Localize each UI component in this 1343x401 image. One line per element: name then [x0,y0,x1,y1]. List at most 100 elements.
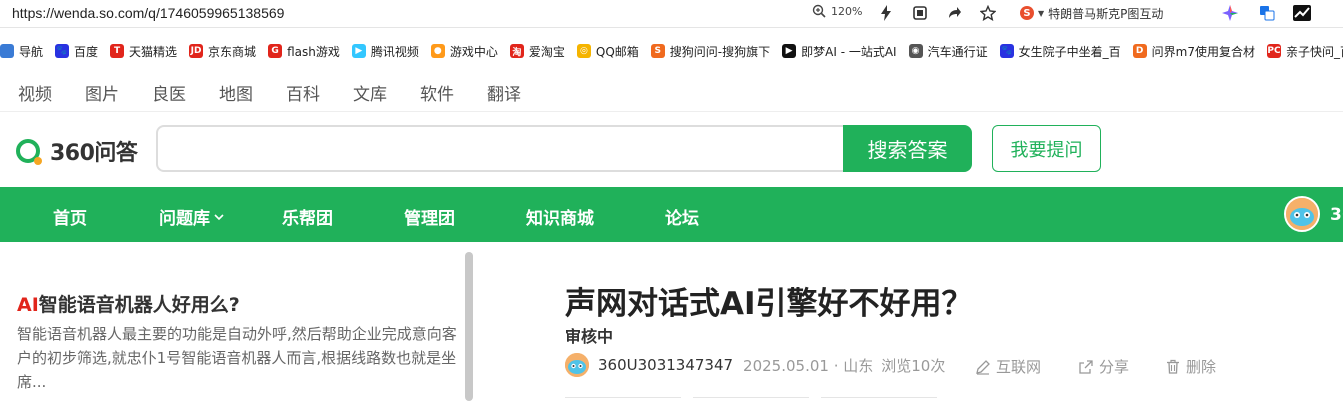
qq-mail-icon: ◎ [576,44,591,58]
bookmark-item[interactable]: PC 亲子快问_百 [1266,43,1343,60]
chevron-down-icon: ▼ [1038,8,1045,18]
main-nav: 首页 问题库 乐帮团 管理团 知识商城 论坛 [0,187,1343,242]
bookmark-label: 女生院子中坐着_百 [1018,44,1121,59]
question-views: 浏览10次 [881,356,946,375]
aitaobao-icon: 淘 [509,44,524,58]
bookmark-label: 爱淘宝 [528,44,565,59]
address-bar-url[interactable]: https://wenda.so.com/q/1746059965138569 [12,5,284,21]
bookmark-item[interactable]: D 问界m7使用复合材 [1132,43,1255,60]
topnav-baike[interactable]: 百科 [286,80,320,105]
tab-edge [693,397,809,401]
nav-question-library[interactable]: 问题库 [159,204,224,229]
share-icon [1079,359,1093,374]
sogou-icon: S [650,44,665,58]
title-highlight: AI [17,294,39,316]
bookmark-item[interactable]: 导航 [0,43,43,60]
topnav-software[interactable]: 软件 [420,80,454,105]
delete-button[interactable]: 删除 [1165,356,1216,377]
jd-icon: JD [189,44,204,58]
ask-question-button[interactable]: 我要提问 [992,125,1101,172]
wenjie-icon: D [1132,44,1147,58]
review-status: 审核中 [565,327,614,346]
share-page-icon[interactable] [944,3,964,23]
bookmark-label: QQ邮箱 [595,44,639,59]
pc-icon: PC [1266,44,1281,58]
answer-tabs-edge [565,397,937,401]
site-logo[interactable]: 360问答 [16,135,138,167]
bookmark-label: 即梦AI - 一站式AI [801,44,897,59]
nav-icon [0,44,14,58]
bookmark-label: 天猫精选 [129,44,178,59]
topnav-video[interactable]: 视频 [18,80,52,105]
nav-question-library-label: 问题库 [159,209,210,229]
question-meta: 360U3031347347 2025.05.01 · 山东 浏览10次 [565,350,945,380]
user-name[interactable]: 36 [1330,205,1343,225]
bookmarks-bar: 导航 🐾 百度 T 天猫精选 JD 京东商城 Gflash游戏 ▶ 腾讯视频 ● 游戏中心淘爱淘宝 ◎ Q… [0,37,1343,65]
bookmark-label: 搜狗问问-搜狗旗下 [669,44,771,59]
question-date-location: 2025.05.01 · 山东 [743,356,874,375]
logo-text: 360问答 [50,141,138,166]
tab-edge [565,397,681,401]
question-title: 声网对话式AI引擎好不好用？ [565,286,973,322]
asker-name[interactable]: 360U3031347347 [598,356,733,374]
nav-help-team[interactable]: 乐帮团 [282,204,333,229]
nav-forum[interactable]: 论坛 [665,204,699,229]
related-question-description: 智能语音机器人最主要的功能是自动外呼,然后帮助企业完成意向客户的初步筛选,就忠仆… [17,325,457,391]
zoom-icon [812,4,826,18]
category-label: 互联网 [996,358,1042,376]
bookmark-star-icon[interactable] [978,3,998,23]
title-rest: 智能语音机器人好用么? [38,294,240,316]
search-input[interactable] [156,125,846,172]
bookmark-item[interactable]: JD 京东商城 [189,43,256,60]
nav-admin-team[interactable]: 管理团 [404,204,455,229]
tencent-video-icon: ▶ [351,44,366,58]
zoom-indicator[interactable]: 120% [812,4,862,18]
bookmark-item[interactable]: ▶ 腾讯视频 [351,43,419,60]
tmall-icon: T [110,44,125,58]
share-button[interactable]: 分享 [1078,356,1129,377]
baidu-icon: 🐾 [55,44,70,58]
search-answer-button[interactable]: 搜索答案 [843,125,972,172]
extension-news-text: 特朗普马斯克P图互动 [1048,6,1164,21]
related-question-title[interactable]: AI智能语音机器人好用么? [17,290,240,317]
trash-icon [1167,359,1179,374]
bookmark-item[interactable]: T 天猫精选 [110,43,177,60]
nav-home[interactable]: 首页 [53,204,87,229]
asker-avatar[interactable] [565,353,589,377]
category-link[interactable]: 互联网 [975,356,1041,377]
colorful-star-icon[interactable] [1220,3,1240,23]
topnav-wenku[interactable]: 文库 [353,80,387,105]
reader-mode-icon[interactable] [910,3,930,23]
bookmark-item[interactable]: 🐾 百度 [55,43,98,60]
bookmark-item[interactable]: ▶ 即梦AI - 一站式AI [782,43,897,60]
game-center-icon: ● [430,44,445,58]
sidebar-scrollbar[interactable] [465,252,473,401]
bookmark-item[interactable]: 🐾 女生院子中坐着_百 [999,43,1121,60]
bookmark-item[interactable]: S 搜狗问问-搜狗旗下 [650,43,771,60]
top-nav: 视频 图片 良医 地图 百科 文库 软件 翻译 [18,80,521,105]
translate-icon[interactable] [1257,3,1277,23]
bookmark-item[interactable]: Gflash游戏 [268,43,340,60]
bookmark-label: 导航 [19,44,44,59]
user-avatar[interactable] [1284,196,1320,232]
divider [0,111,1343,112]
chevron-down-icon [214,213,224,220]
extension-news[interactable]: S ▼ 特朗普马斯克P图互动 [1020,3,1190,23]
bookmark-label: 汽车通行证 [927,44,988,59]
bookmark-item[interactable]: 淘爱淘宝 [509,43,565,60]
tab-edge [821,397,937,401]
topnav-map[interactable]: 地图 [219,80,253,105]
bookmark-label: 京东商城 [208,44,257,59]
logo-ring-icon [16,139,42,165]
stocks-icon[interactable] [1292,3,1312,23]
share-label: 分享 [1099,358,1130,376]
bookmark-item[interactable]: ◎ QQ邮箱 [576,43,639,60]
topnav-doctor[interactable]: 良医 [152,80,186,105]
edit-icon [976,359,990,375]
topnav-translate[interactable]: 翻译 [487,80,521,105]
bookmark-item[interactable]: ◉ 汽车通行证 [908,43,988,60]
lightning-icon[interactable] [876,3,896,23]
topnav-images[interactable]: 图片 [85,80,119,105]
nav-knowledge-mall[interactable]: 知识商城 [526,204,594,229]
bookmark-item[interactable]: ● 游戏中心 [430,43,498,60]
